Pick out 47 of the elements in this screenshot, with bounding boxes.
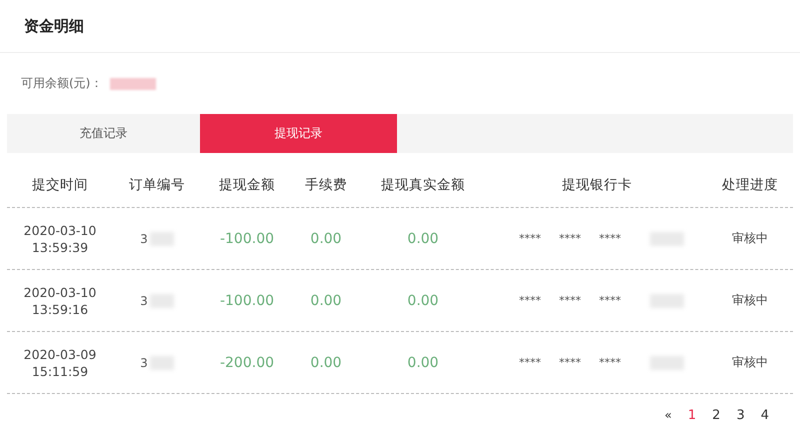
table-cell: ****	[559, 356, 581, 369]
blurred-patch	[110, 78, 156, 90]
column-header: 处理进度	[721, 176, 779, 194]
table-cell: 2020-03-10	[24, 222, 96, 238]
table-cell: 0.00	[407, 292, 439, 308]
table-cell: 审核中	[732, 230, 768, 247]
column-header: 订单编号	[128, 176, 186, 194]
table-cell: 审核中	[732, 292, 768, 309]
table-cell: ****	[599, 294, 621, 307]
table-cell: ****	[519, 356, 541, 369]
table-cell: 3	[140, 356, 148, 370]
table-cell: 2020-03-10	[24, 284, 96, 300]
table-cell: -100.00	[220, 292, 274, 308]
table-cell: 2020-03-09	[24, 346, 96, 362]
column-header: 手续费	[304, 176, 348, 194]
table-cell: ****	[519, 232, 541, 245]
table-cell: ****	[599, 356, 621, 369]
table-cell: ****	[559, 232, 581, 245]
table-cell: ****	[599, 232, 621, 245]
table-cell: 3	[140, 232, 148, 246]
table-cell: 0.00	[407, 230, 439, 246]
tab[interactable]: 充值记录	[7, 114, 200, 153]
table-cell: 0.00	[407, 354, 439, 370]
page-link[interactable]: 4	[760, 408, 769, 423]
table-cell: 审核中	[732, 354, 768, 371]
column-header: 提现金额	[218, 176, 276, 194]
table-cell: 13:59:16	[32, 300, 88, 318]
tab[interactable]: 提现记录	[200, 114, 397, 153]
table-cell: 0.00	[310, 354, 342, 370]
table-cell: 15:11:59	[32, 362, 88, 380]
table-cell: -100.00	[220, 230, 274, 246]
column-header: 提交时间	[31, 176, 89, 194]
table-cell: ****	[559, 294, 581, 307]
table-cell: ****	[519, 294, 541, 307]
table-cell: 3	[140, 294, 148, 308]
page-title: 资金明细	[24, 16, 84, 36]
table-cell: 13:59:39	[32, 238, 88, 256]
page-link[interactable]: 2	[712, 408, 720, 423]
table-cell: -200.00	[220, 354, 274, 370]
balance-label: 可用余额(元)：	[21, 75, 102, 92]
table-cell: 0.00	[310, 292, 342, 308]
previous-page-link[interactable]: «	[664, 408, 672, 423]
column-header: 提现真实金额	[380, 176, 466, 194]
table-cell: 0.00	[310, 230, 342, 246]
page-link[interactable]: 3	[736, 408, 745, 423]
page-link[interactable]: 1	[688, 408, 696, 423]
column-header: 提现银行卡	[561, 176, 633, 194]
